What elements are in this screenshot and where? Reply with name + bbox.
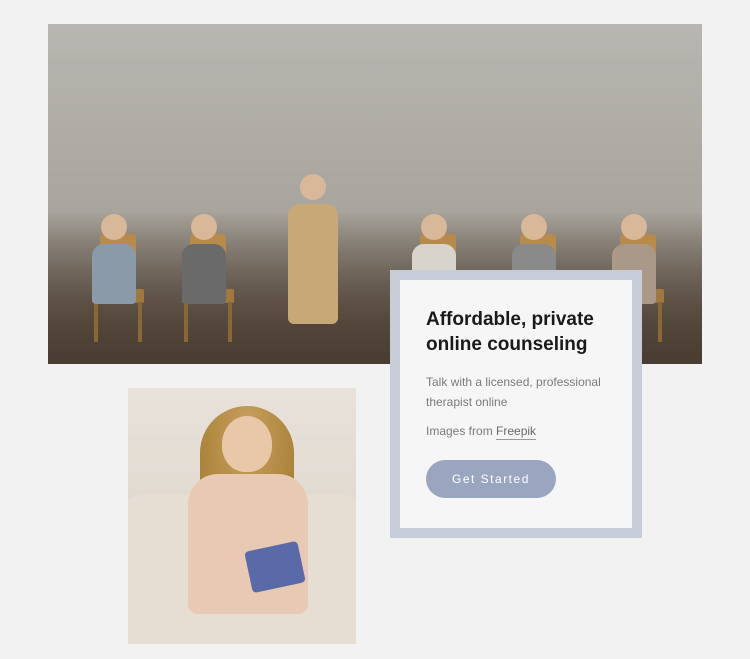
credit-link[interactable]: Freepik [496,424,536,440]
cta-card: Affordable, private online counseling Ta… [390,270,642,538]
card-title: Affordable, private online counseling [426,308,606,357]
credit-prefix: Images from [426,424,496,438]
person-icon [92,214,136,304]
get-started-button[interactable]: Get Started [426,460,556,498]
therapist-portrait-image [128,388,356,644]
image-credit: Images from Freepik [426,424,606,438]
card-subtitle: Talk with a licensed, professional thera… [426,373,606,411]
person-icon [182,214,226,304]
person-standing-icon [288,174,338,324]
